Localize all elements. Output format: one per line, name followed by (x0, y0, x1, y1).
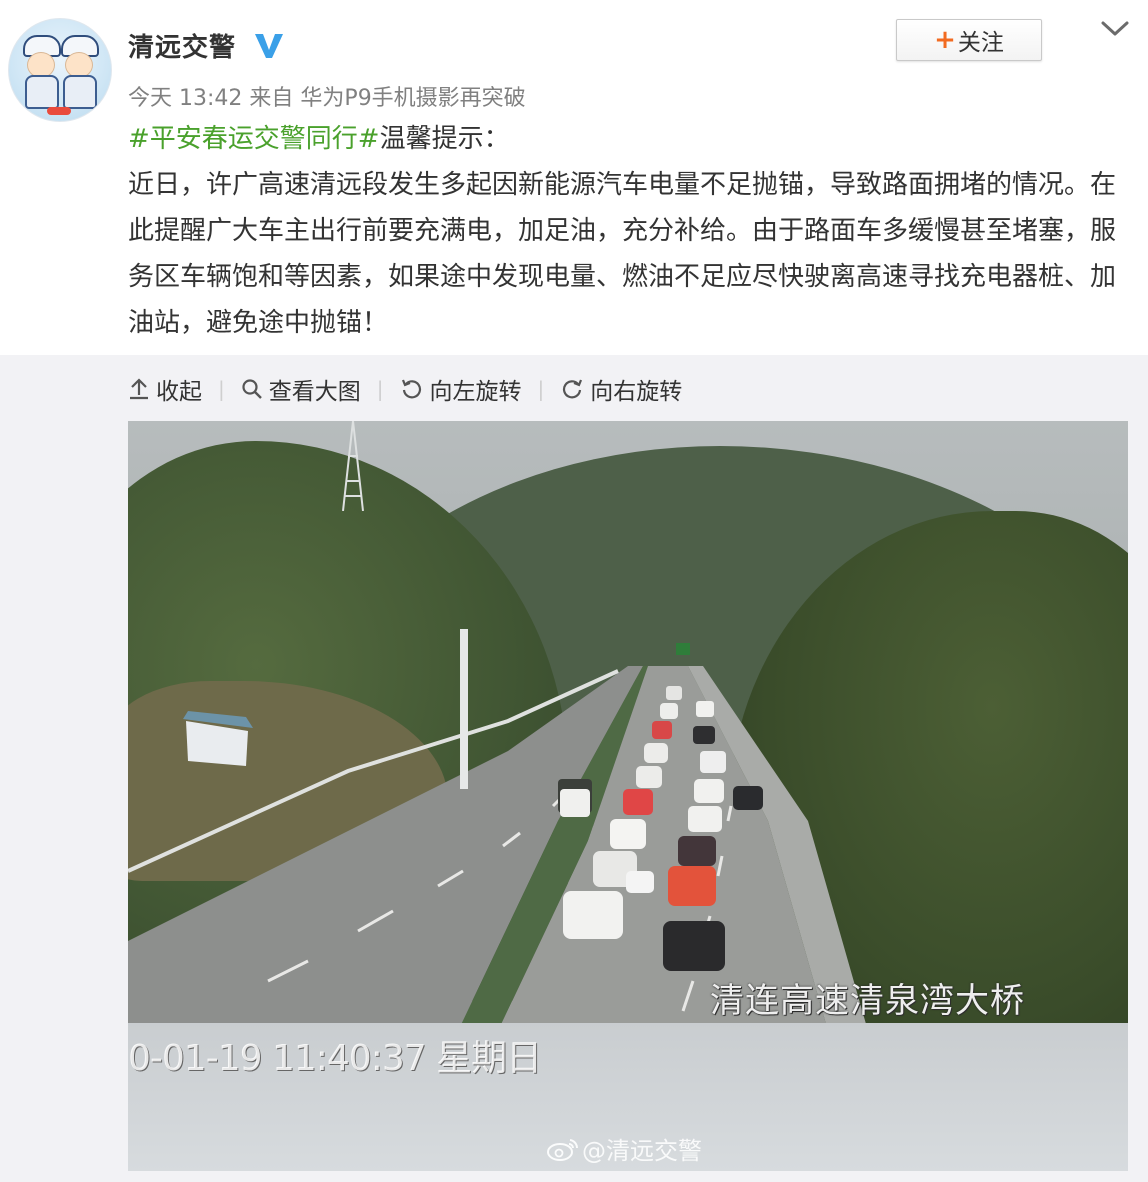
toolbar-divider: | (218, 377, 225, 401)
avatar-badge (47, 107, 71, 115)
light-pole (460, 629, 468, 789)
follow-button[interactable]: + 关注 (896, 19, 1042, 61)
media-panel: 收起 | 查看大图 | 向左旋转 | 向右旋转 清连高速清泉湾大桥 0-01-1… (0, 355, 1148, 1182)
police-uniform-left (25, 75, 59, 109)
verified-v-icon[interactable] (253, 26, 285, 62)
media-toolbar: 收起 | 查看大图 | 向左旋转 | 向右旋转 (128, 371, 682, 407)
photo-timestamp-overlay: 0-01-19 11:40:37 星期日 (128, 1038, 542, 1079)
toolbar-divider: | (537, 377, 545, 401)
username[interactable]: 清远交警 (128, 27, 236, 64)
weibo-logo-icon (547, 1138, 579, 1161)
police-uniform-right (63, 75, 97, 109)
rotate-right-button[interactable]: 向右旋转 (560, 372, 682, 406)
photo-watermark: @清远交警 (546, 1131, 702, 1166)
source-prefix: 来自 (249, 86, 294, 111)
post-source[interactable]: 华为P9手机摄影再突破 (300, 86, 525, 111)
post-intro: 温馨提示： (379, 124, 510, 154)
rotate-left-button[interactable]: 向左旋转 (400, 372, 522, 406)
search-icon (242, 379, 262, 399)
collapse-label: 收起 (156, 379, 202, 405)
plus-icon: + (934, 25, 956, 55)
post-body: 近日，许广高速清远段发生多起因新能源汽车电量不足抛锚，导致路面拥堵的情况。在此提… (128, 170, 1117, 338)
post-photo[interactable]: 清连高速清泉湾大桥 0-01-19 11:40:37 星期日 @清远交警 (128, 421, 1128, 1171)
post-meta: 今天 13:42 来自 华为P9手机摄影再突破 (128, 80, 526, 112)
rotate-left-icon (401, 379, 421, 399)
chevron-down-icon[interactable] (1100, 18, 1130, 40)
avatar[interactable] (8, 18, 112, 122)
view-large-button[interactable]: 查看大图 (241, 372, 361, 406)
toolbar-divider: | (376, 377, 384, 401)
photo-location-overlay: 清连高速清泉湾大桥 (710, 981, 1025, 1021)
rotate-right-label: 向右旋转 (590, 379, 683, 405)
post-text: #平安春运交警同行#温馨提示： 近日，许广高速清远段发生多起因新能源汽车电量不足… (128, 116, 1118, 346)
rotate-right-icon (563, 379, 583, 399)
follow-label: 关注 (957, 30, 1004, 56)
view-large-label: 查看大图 (268, 379, 361, 405)
collapse-button[interactable]: 收起 (128, 372, 202, 406)
watermark-text: @清远交警 (582, 1137, 702, 1165)
rotate-left-label: 向左旋转 (429, 379, 522, 405)
collapse-arrow-icon (130, 378, 148, 400)
topic-link[interactable]: #平安春运交警同行# (128, 124, 380, 154)
post-time[interactable]: 今天 13:42 (128, 86, 242, 111)
